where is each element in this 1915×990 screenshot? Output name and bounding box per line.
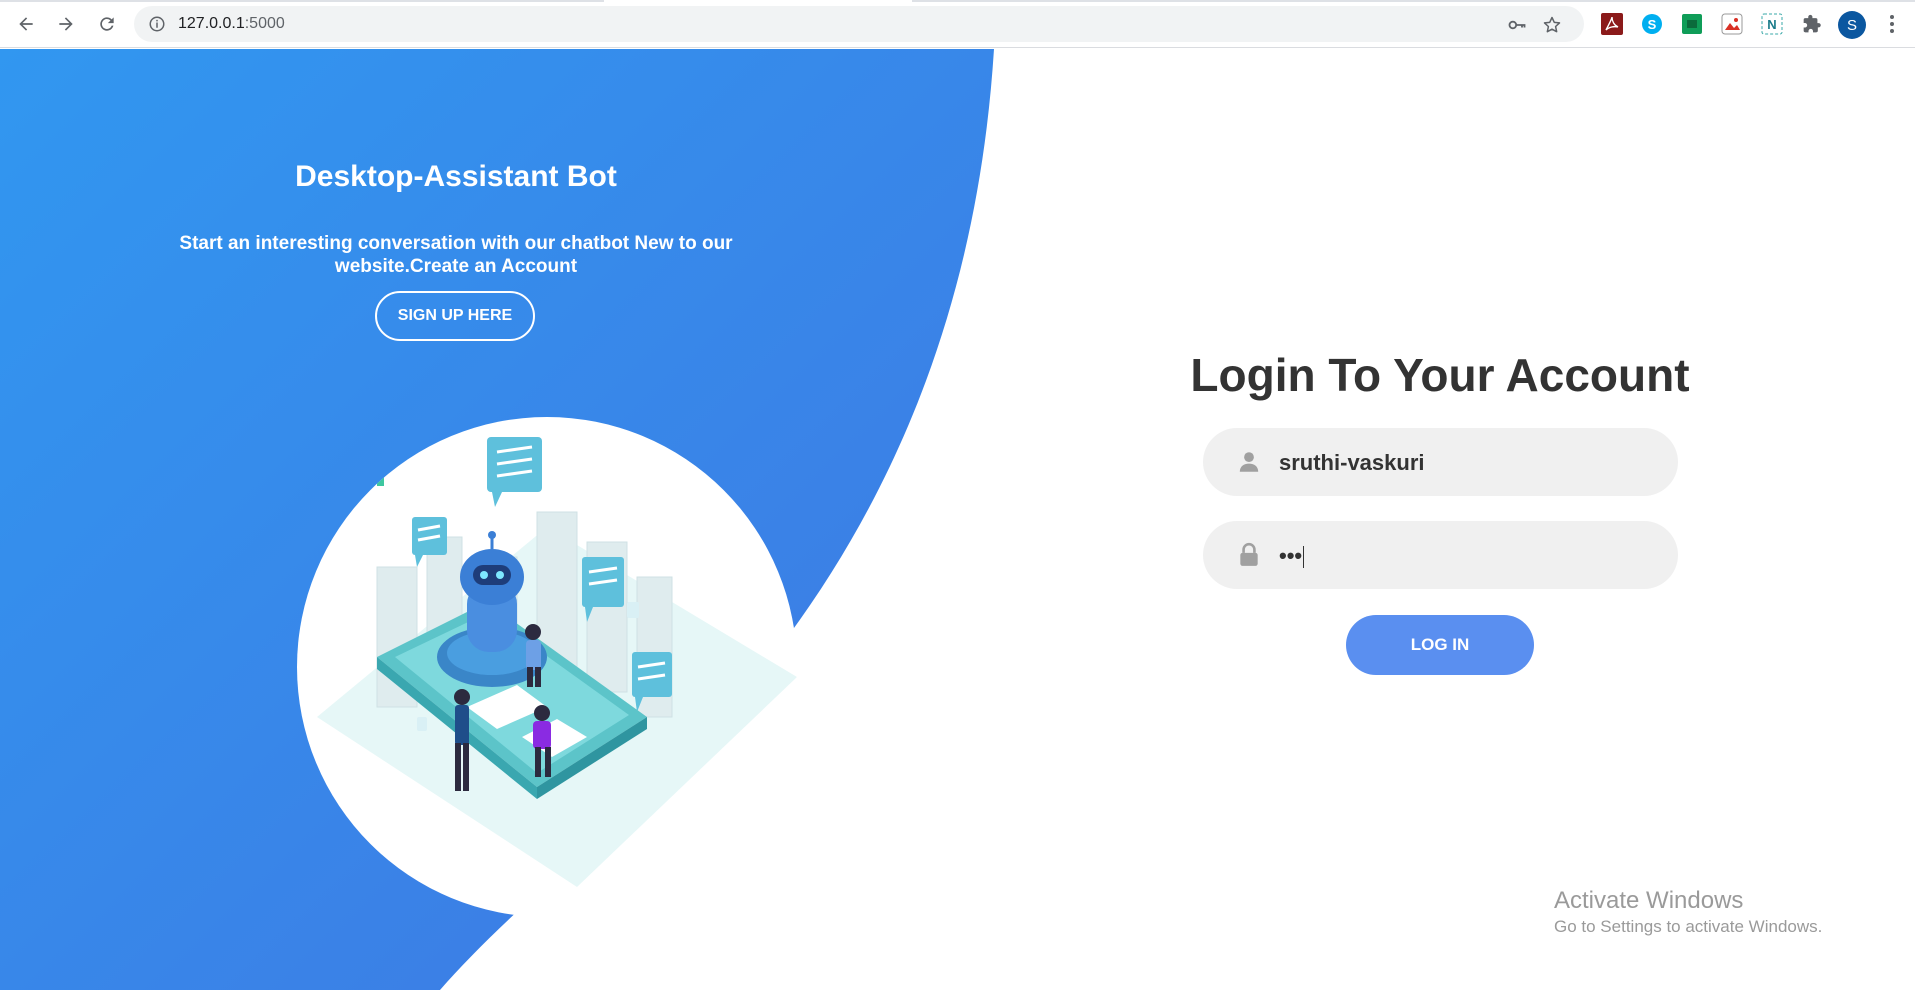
back-button[interactable]	[10, 8, 42, 40]
adobe-pdf-extension-icon[interactable]	[1600, 12, 1624, 36]
password-dots: •••	[1279, 543, 1303, 568]
chatbot-illustration	[297, 417, 797, 917]
sheets-extension-icon[interactable]	[1680, 12, 1704, 36]
forward-icon	[59, 17, 73, 31]
page-viewport: Desktop-Assistant Bot Start an interesti…	[0, 49, 1915, 990]
password-field[interactable]: •••	[1203, 521, 1678, 589]
profile-initial: S	[1846, 16, 1857, 34]
site-info-icon[interactable]	[148, 15, 166, 33]
text-caret	[1303, 546, 1305, 569]
image-extension-icon[interactable]	[1720, 12, 1744, 36]
back-icon	[19, 17, 33, 31]
user-icon	[1239, 452, 1259, 472]
reload-icon	[100, 17, 114, 31]
username-value[interactable]: sruthi-vaskuri	[1279, 450, 1425, 476]
forward-button[interactable]	[50, 8, 82, 40]
watermark-title: Activate Windows	[1554, 887, 1744, 914]
password-value[interactable]: •••	[1279, 543, 1305, 569]
browser-toolbar: 127.0.0.1:5000 S N S	[0, 0, 1915, 48]
key-icon[interactable]	[1507, 15, 1527, 35]
sign-up-button[interactable]: SIGN UP HERE	[375, 291, 535, 341]
skype-extension-icon[interactable]: S	[1640, 12, 1664, 36]
brand-subtitle: Start an interesting conversation with o…	[179, 233, 733, 277]
url-text[interactable]: 127.0.0.1:5000	[178, 15, 285, 33]
login-title: Login To Your Account	[1190, 349, 1690, 401]
extensions-puzzle-icon[interactable]	[1800, 12, 1824, 36]
login-button[interactable]: LOG IN	[1346, 615, 1534, 675]
username-field[interactable]: sruthi-vaskuri	[1203, 428, 1678, 496]
reload-button[interactable]	[91, 8, 123, 40]
svg-text:S: S	[1648, 17, 1657, 32]
notion-extension-icon[interactable]: N	[1760, 12, 1784, 36]
profile-avatar[interactable]: S	[1838, 11, 1866, 39]
star-icon[interactable]	[1542, 15, 1562, 35]
tab-strip-edge	[0, 0, 1915, 2]
lock-icon	[1240, 542, 1258, 566]
activate-windows-watermark: Activate Windows Go to Settings to activ…	[1554, 887, 1822, 939]
brand-title: Desktop-Assistant Bot	[295, 160, 617, 193]
watermark-subtitle: Go to Settings to activate Windows.	[1554, 917, 1823, 936]
svg-text:N: N	[1767, 17, 1776, 32]
address-bar[interactable]: 127.0.0.1:5000	[134, 6, 1584, 42]
menu-dots-icon[interactable]	[1884, 12, 1900, 36]
